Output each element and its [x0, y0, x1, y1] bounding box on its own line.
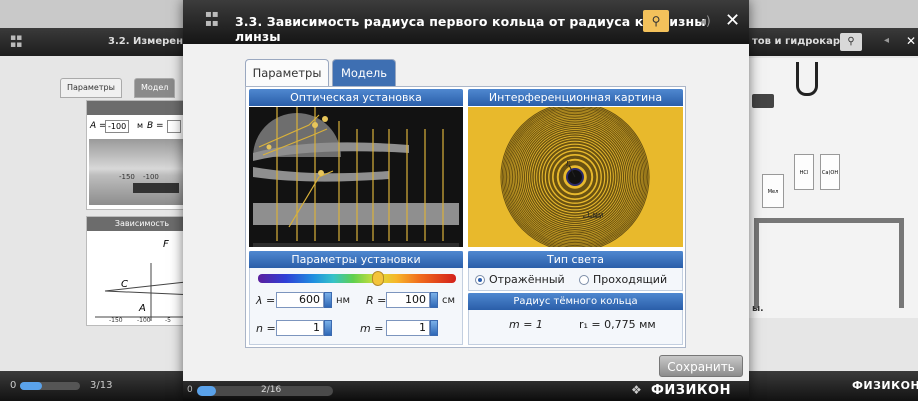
- search-icon[interactable]: ⚲: [643, 10, 669, 32]
- a-value-field[interactable]: -100: [105, 120, 130, 133]
- left-window-title: 3.2. Измерени: [108, 36, 190, 47]
- tab-model[interactable]: Модель: [332, 59, 396, 86]
- m-unit: м: [137, 121, 144, 130]
- refraction-index-stepper[interactable]: [324, 320, 332, 336]
- light-type-header: Тип света: [468, 251, 683, 268]
- left-tab-params[interactable]: Параметры: [60, 78, 122, 98]
- right-window-title: тов и гидрокар...: [752, 36, 852, 47]
- left-tab-model[interactable]: Модел: [134, 78, 176, 98]
- left-dependency-header: Зависимость: [87, 217, 196, 231]
- diagram-label-f: F: [163, 239, 169, 250]
- lambda-label: λ =: [256, 294, 276, 307]
- left-progress-bar[interactable]: [20, 382, 80, 390]
- interference-view[interactable]: r 1 мм: [468, 107, 683, 247]
- train-icon: [133, 183, 179, 193]
- transmitted-radio[interactable]: [579, 275, 589, 285]
- right-close-icon[interactable]: ✕: [906, 34, 916, 48]
- right-text-fragment: ы.: [752, 304, 764, 314]
- main-dialog: ▪▪ ▪▪ 3.3. Зависимость радиуса первого ко…: [183, 0, 749, 401]
- interference-rings: [500, 107, 650, 247]
- page-zero-label: 0: [187, 385, 193, 395]
- right-window-titlebar: тов и гидрокар... ⚲ ◂ ✕: [748, 28, 918, 56]
- reflected-radio[interactable]: [475, 275, 485, 285]
- ring-number-input[interactable]: 1: [386, 320, 430, 336]
- dialog-footer: 0 2/16 ❖ ФИЗИКОН: [183, 381, 749, 401]
- left-dependency-panel: Зависимость F C A -150 -100 -5: [86, 216, 196, 326]
- right-search-icon[interactable]: ⚲: [840, 33, 862, 51]
- left-page-zero: 0: [10, 380, 17, 391]
- left-panel-header: [87, 101, 196, 115]
- wavelength-slider[interactable]: [258, 274, 456, 283]
- lambda-stepper[interactable]: [324, 292, 332, 308]
- lab-table: [754, 218, 904, 308]
- left-window-footer: 0 3/13: [0, 371, 196, 401]
- background-window-left[interactable]: ▪▪ ▪▪ 3.2. Измерени Параметры Модел A = -…: [0, 28, 196, 401]
- left-model-panel: A = -100 м B = -150 -100: [86, 100, 196, 210]
- radius-curvature-input[interactable]: 100: [386, 292, 430, 308]
- diagram-label-c: C: [121, 279, 128, 290]
- ring-number-stepper[interactable]: [430, 320, 438, 336]
- reflected-label[interactable]: Отражённый: [489, 273, 565, 286]
- refraction-index-input[interactable]: 1: [276, 320, 324, 336]
- ring-number-label: m =: [360, 322, 384, 335]
- bottom-tick: -100: [137, 317, 151, 324]
- radius-label-r: r: [566, 159, 570, 169]
- left-page-counter: 3/13: [90, 380, 113, 391]
- save-button[interactable]: Сохранить: [659, 355, 743, 377]
- radius-curvature-unit: см: [442, 295, 456, 306]
- scale-label: 1 мм: [586, 211, 604, 219]
- setup-params-header: Параметры установки: [249, 251, 463, 268]
- dialog-titlebar: ▪▪ ▪▪ 3.3. Зависимость радиуса первого ко…: [183, 0, 749, 44]
- flask-hcl: HCl: [794, 154, 814, 190]
- bottom-tick: -5: [165, 317, 171, 324]
- tube-icon: [796, 62, 818, 96]
- right-window-footer: ФИЗИКОН: [748, 371, 918, 401]
- flask-chalk: Мел: [762, 174, 784, 208]
- transmitted-label[interactable]: Проходящий: [593, 273, 667, 286]
- dark-ring-radius-panel: Радиус тёмного кольца m = 1 r₁ = 0,775 м…: [468, 293, 683, 345]
- axis-tick-label: -150: [119, 173, 135, 181]
- light-type-panel: Тип света Отражённый Проходящий: [468, 251, 683, 291]
- model-workspace: Оптическая установка Интерференционная к…: [245, 86, 686, 348]
- optical-setup-view[interactable]: [249, 107, 463, 247]
- b-label: B =: [147, 121, 164, 131]
- flask-caoh: Ca(OH: [820, 154, 840, 190]
- lambda-input[interactable]: 600: [276, 292, 324, 308]
- tab-params[interactable]: Параметры: [245, 59, 329, 86]
- page-progress-fill: [197, 386, 217, 396]
- app-menu-icon[interactable]: ▪▪ ▪▪: [10, 34, 22, 50]
- lambda-unit: нм: [336, 295, 351, 306]
- setup-params-panel: Параметры установки λ = 600 нм R = 100 с…: [249, 251, 463, 345]
- diagram-label-a: A: [139, 303, 146, 314]
- left-window-titlebar: ▪▪ ▪▪ 3.2. Измерени: [0, 28, 196, 56]
- dark-ring-radius-header: Радиус тёмного кольца: [468, 293, 683, 310]
- brand-logo: ФИЗИКОН: [651, 383, 731, 398]
- optical-scheme: [253, 107, 459, 247]
- radius-curvature-stepper[interactable]: [430, 292, 438, 308]
- background-window-right[interactable]: тов и гидрокар... ⚲ ◂ ✕ Мел HCl Ca(OH ы.…: [748, 28, 918, 401]
- b-value-field[interactable]: [167, 120, 181, 133]
- page-counter: 2/16: [261, 385, 282, 395]
- close-icon[interactable]: ✕: [725, 9, 745, 33]
- left-scene: -150 -100: [89, 139, 195, 205]
- axis-tick-label: -100: [143, 173, 159, 181]
- wavelength-slider-knob[interactable]: [372, 271, 384, 286]
- optical-setup-header: Оптическая установка: [249, 89, 463, 106]
- refraction-index-label: n =: [256, 322, 276, 335]
- interference-header: Интерференционная картина: [468, 89, 683, 106]
- radius-curvature-label: R =: [366, 294, 387, 307]
- sound-icon[interactable]: ◂): [700, 11, 716, 31]
- bottom-tick: -150: [109, 317, 123, 324]
- brand-icon: ❖: [631, 383, 642, 397]
- ring-number-readout: m = 1: [509, 318, 543, 331]
- screen: ▪▪ ▪▪ 3.2. Измерени Параметры Модел A = -…: [0, 0, 918, 401]
- right-sound-icon[interactable]: ◂: [884, 35, 889, 46]
- lab-bench: Мел HCl Ca(OH: [748, 58, 918, 318]
- app-menu-icon[interactable]: ▪▪ ▪▪: [205, 10, 223, 29]
- dialog-title: 3.3. Зависимость радиуса первого кольца …: [235, 14, 706, 44]
- device-icon: [752, 94, 774, 108]
- ring-radius-readout: r₁ = 0,775 мм: [579, 318, 656, 331]
- right-brand-logo: ФИЗИКОН: [852, 379, 918, 392]
